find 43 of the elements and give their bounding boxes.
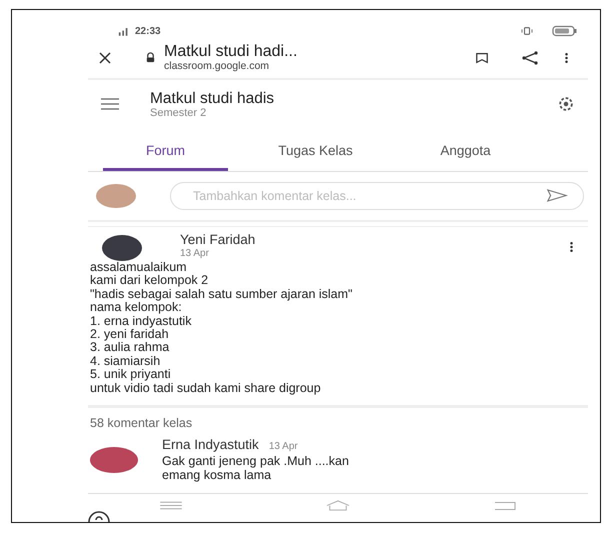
page-title: Matkul studi hadi... [164, 44, 298, 61]
signal-icon [118, 26, 130, 36]
home-icon [324, 500, 351, 510]
comment-input-field[interactable]: Tambahkan komentar kelas... [170, 182, 584, 210]
more-vertical-icon [564, 50, 568, 65]
avatar-photo-placeholder [102, 234, 142, 261]
close-icon [98, 50, 112, 65]
comment-text-line: emang kosma lama [162, 468, 272, 482]
tab[interactable]: Tugas Kelas [253, 130, 378, 171]
vibrate-icon [521, 26, 533, 36]
post-text-line: 2. yeni faridah [90, 328, 169, 342]
lock-icon [145, 52, 156, 64]
tab[interactable]: Anggota [403, 130, 528, 171]
tab[interactable]: Forum [103, 130, 228, 171]
page-url: classroom.google.com [164, 60, 270, 72]
author-name: Yeni Faridah [180, 232, 256, 248]
post-text-line: "hadis sebagai salah satu sumber ajaran islam" [90, 288, 354, 302]
comment-count[interactable]: 58 komentar kelas [90, 416, 192, 430]
avatar-photo-placeholder [90, 447, 138, 474]
clock-time: 22:33 [135, 26, 161, 36]
post-text-line: 3. aulia rahma [90, 341, 170, 355]
settings-icon [557, 95, 575, 114]
post-date: 13 Apr [180, 248, 210, 259]
comment-text-line: Gak ganti jeneng pak .Muh ....kan [162, 454, 349, 468]
battery-icon [552, 25, 578, 37]
post-text-line: kami dari kelompok 2 [90, 274, 210, 288]
comment-date: 13 Apr [268, 440, 298, 454]
post-text-line: assalamualaikum [90, 260, 188, 274]
send-icon[interactable] [546, 189, 568, 202]
post-text-line: untuk vidio tadi sudah kami share digroup [90, 382, 322, 396]
comment-author: Erna Indyastutik [162, 438, 259, 452]
post-text-line: nama kelompok: [90, 301, 183, 315]
recents-icon [158, 500, 184, 510]
class-title: Matkul studi hadis [150, 90, 276, 107]
post-text-line: 5. unik priyanti [90, 368, 172, 382]
bookmark-icon [475, 50, 489, 65]
share-icon [520, 50, 540, 65]
more-vertical-icon [568, 240, 574, 254]
avatar-photo-placeholder [96, 184, 136, 208]
menu-icon [100, 97, 120, 112]
post-text-line: 1. erna indyastutik [90, 314, 192, 328]
class-subtitle: Semester 2 [150, 106, 208, 119]
post-text-line: 4. siamiarsih [90, 354, 162, 368]
